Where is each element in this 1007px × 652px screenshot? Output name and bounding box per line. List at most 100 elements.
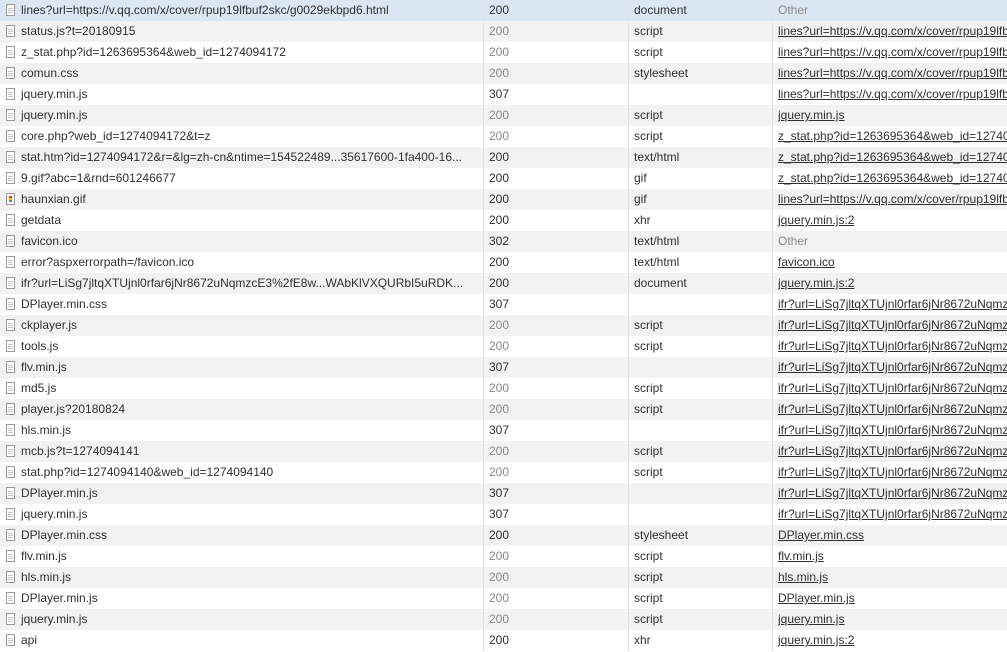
request-row[interactable]: status.js?t=20180915 200 script lines?ur… [0, 21, 1007, 42]
request-name-cell[interactable]: hls.min.js [0, 567, 483, 588]
request-name-cell[interactable]: hls.min.js [0, 420, 483, 441]
request-name-cell[interactable]: comun.css [0, 63, 483, 84]
request-initiator-link[interactable]: ifr?url=LiSg7jltqXTUjnl0rfar6jNr8672uNqm… [778, 360, 1007, 374]
request-type: gif [628, 168, 772, 189]
request-name-cell[interactable]: stat.htm?id=1274094172&r=&lg=zh-cn&ntime… [0, 147, 483, 168]
request-row[interactable]: md5.js 200 script ifr?url=LiSg7jltqXTUjn… [0, 378, 1007, 399]
request-initiator-link[interactable]: flv.min.js [778, 549, 824, 563]
request-initiator-link[interactable]: ifr?url=LiSg7jltqXTUjnl0rfar6jNr8672uNqm… [778, 318, 1007, 332]
request-name-cell[interactable]: 9.gif?abc=1&rnd=601246677 [0, 168, 483, 189]
request-name-cell[interactable]: DPlayer.min.css [0, 294, 483, 315]
request-name-cell[interactable]: jquery.min.js [0, 504, 483, 525]
request-initiator-link[interactable]: ifr?url=LiSg7jltqXTUjnl0rfar6jNr8672uNqm… [778, 507, 1007, 521]
request-name-cell[interactable]: z_stat.php?id=1263695364&web_id=12740941… [0, 42, 483, 63]
request-initiator-link[interactable]: lines?url=https://v.qq.com/x/cover/rpup1… [778, 24, 1007, 38]
request-name-cell[interactable]: flv.min.js [0, 357, 483, 378]
request-name-cell[interactable]: stat.php?id=1274094140&web_id=1274094140 [0, 462, 483, 483]
request-name-cell[interactable]: DPlayer.min.js [0, 483, 483, 504]
request-initiator-link[interactable]: lines?url=https://v.qq.com/x/cover/rpup1… [778, 192, 1007, 206]
file-icon [6, 88, 15, 100]
request-row[interactable]: stat.php?id=1274094140&web_id=1274094140… [0, 462, 1007, 483]
request-type: script [628, 42, 772, 63]
request-name: api [21, 633, 38, 647]
request-row[interactable]: jquery.min.js 307 lines?url=https://v.qq… [0, 84, 1007, 105]
request-initiator-link[interactable]: jquery.min.js:2 [778, 213, 854, 227]
request-initiator-link[interactable]: jquery.min.js:2 [778, 633, 854, 647]
request-initiator-cell: ifr?url=LiSg7jltqXTUjnl0rfar6jNr8672uNqm… [772, 420, 1007, 441]
request-initiator-link[interactable]: favicon.ico [778, 255, 835, 269]
request-row[interactable]: jquery.min.js 307 ifr?url=LiSg7jltqXTUjn… [0, 504, 1007, 525]
request-initiator-link[interactable]: DPlayer.min.css [778, 528, 864, 542]
request-initiator-link[interactable]: lines?url=https://v.qq.com/x/cover/rpup1… [778, 87, 1007, 101]
request-row[interactable]: flv.min.js 200 script flv.min.js [0, 546, 1007, 567]
request-row[interactable]: player.js?20180824 200 script ifr?url=Li… [0, 399, 1007, 420]
request-name-cell[interactable]: ifr?url=LiSg7jltqXTUjnl0rfar6jNr8672uNqm… [0, 273, 483, 294]
request-initiator-link[interactable]: z_stat.php?id=1263695364&web_id=12740941… [778, 171, 1007, 185]
request-row[interactable]: ckplayer.js 200 script ifr?url=LiSg7jltq… [0, 315, 1007, 336]
request-name-cell[interactable]: DPlayer.min.js [0, 588, 483, 609]
request-row[interactable]: z_stat.php?id=1263695364&web_id=12740941… [0, 42, 1007, 63]
file-icon [6, 529, 15, 541]
request-name-cell[interactable]: player.js?20180824 [0, 399, 483, 420]
request-name-cell[interactable]: favicon.ico [0, 231, 483, 252]
request-initiator-link[interactable]: lines?url=https://v.qq.com/x/cover/rpup1… [778, 66, 1007, 80]
request-row[interactable]: DPlayer.min.css 307 ifr?url=LiSg7jltqXTU… [0, 294, 1007, 315]
request-initiator-link[interactable]: jquery.min.js [778, 108, 844, 122]
request-name-cell[interactable]: error?aspxerrorpath=/favicon.ico [0, 252, 483, 273]
request-initiator-link[interactable]: ifr?url=LiSg7jltqXTUjnl0rfar6jNr8672uNqm… [778, 423, 1007, 437]
request-row[interactable]: jquery.min.js 200 script jquery.min.js [0, 609, 1007, 630]
request-initiator-link[interactable]: hls.min.js [778, 570, 828, 584]
request-initiator-link[interactable]: DPlayer.min.js [778, 591, 855, 605]
request-row[interactable]: 9.gif?abc=1&rnd=601246677 200 gif z_stat… [0, 168, 1007, 189]
request-row[interactable]: DPlayer.min.js 307 ifr?url=LiSg7jltqXTUj… [0, 483, 1007, 504]
request-name-cell[interactable]: jquery.min.js [0, 105, 483, 126]
request-row[interactable]: favicon.ico 302 text/html Other [0, 231, 1007, 252]
request-initiator-link[interactable]: ifr?url=LiSg7jltqXTUjnl0rfar6jNr8672uNqm… [778, 444, 1007, 458]
request-name-cell[interactable]: api [0, 630, 483, 651]
request-row[interactable]: core.php?web_id=1274094172&t=z 200 scrip… [0, 126, 1007, 147]
request-name-cell[interactable]: md5.js [0, 378, 483, 399]
request-initiator-link[interactable]: z_stat.php?id=1263695364&web_id=12740941… [778, 150, 1007, 164]
request-row[interactable]: mcb.js?t=1274094141 200 script ifr?url=L… [0, 441, 1007, 462]
request-name-cell[interactable]: lines?url=https://v.qq.com/x/cover/rpup1… [0, 0, 483, 21]
request-name-cell[interactable]: flv.min.js [0, 546, 483, 567]
request-initiator-link[interactable]: ifr?url=LiSg7jltqXTUjnl0rfar6jNr8672uNqm… [778, 297, 1007, 311]
request-initiator-link[interactable]: jquery.min.js [778, 612, 844, 626]
request-initiator-link[interactable]: ifr?url=LiSg7jltqXTUjnl0rfar6jNr8672uNqm… [778, 402, 1007, 416]
request-name: 9.gif?abc=1&rnd=601246677 [21, 171, 176, 185]
request-row[interactable]: jquery.min.js 200 script jquery.min.js [0, 105, 1007, 126]
request-row[interactable]: api 200 xhr jquery.min.js:2 [0, 630, 1007, 651]
request-name-cell[interactable]: ckplayer.js [0, 315, 483, 336]
request-row[interactable]: error?aspxerrorpath=/favicon.ico 200 tex… [0, 252, 1007, 273]
request-name-cell[interactable]: getdata [0, 210, 483, 231]
request-row[interactable]: tools.js 200 script ifr?url=LiSg7jltqXTU… [0, 336, 1007, 357]
request-initiator-link[interactable]: ifr?url=LiSg7jltqXTUjnl0rfar6jNr8672uNqm… [778, 381, 1007, 395]
request-row[interactable]: DPlayer.min.css 200 stylesheet DPlayer.m… [0, 525, 1007, 546]
request-name-cell[interactable]: status.js?t=20180915 [0, 21, 483, 42]
request-row[interactable]: stat.htm?id=1274094172&r=&lg=zh-cn&ntime… [0, 147, 1007, 168]
request-name-cell[interactable]: core.php?web_id=1274094172&t=z [0, 126, 483, 147]
request-initiator-link[interactable]: z_stat.php?id=1263695364&web_id=12740941… [778, 129, 1007, 143]
request-initiator-link[interactable]: ifr?url=LiSg7jltqXTUjnl0rfar6jNr8672uNqm… [778, 465, 1007, 479]
request-name-cell[interactable]: tools.js [0, 336, 483, 357]
request-initiator-link[interactable]: ifr?url=LiSg7jltqXTUjnl0rfar6jNr8672uNqm… [778, 486, 1007, 500]
request-row[interactable]: hls.min.js 307 ifr?url=LiSg7jltqXTUjnl0r… [0, 420, 1007, 441]
request-name-cell[interactable]: haunxian.gif [0, 189, 483, 210]
request-row[interactable]: getdata 200 xhr jquery.min.js:2 [0, 210, 1007, 231]
request-row[interactable]: flv.min.js 307 ifr?url=LiSg7jltqXTUjnl0r… [0, 357, 1007, 378]
request-name-cell[interactable]: jquery.min.js [0, 609, 483, 630]
request-row[interactable]: hls.min.js 200 script hls.min.js [0, 567, 1007, 588]
request-name-cell[interactable]: mcb.js?t=1274094141 [0, 441, 483, 462]
request-initiator-link[interactable]: jquery.min.js:2 [778, 276, 854, 290]
request-name-cell[interactable]: DPlayer.min.css [0, 525, 483, 546]
request-name-cell[interactable]: jquery.min.js [0, 84, 483, 105]
request-status: 200 [483, 336, 628, 357]
request-initiator-link[interactable]: lines?url=https://v.qq.com/x/cover/rpup1… [778, 45, 1007, 59]
request-row[interactable]: comun.css 200 stylesheet lines?url=https… [0, 63, 1007, 84]
request-row[interactable]: lines?url=https://v.qq.com/x/cover/rpup1… [0, 0, 1007, 21]
request-initiator-link[interactable]: ifr?url=LiSg7jltqXTUjnl0rfar6jNr8672uNqm… [778, 339, 1007, 353]
request-row[interactable]: DPlayer.min.js 200 script DPlayer.min.js [0, 588, 1007, 609]
request-row[interactable]: ifr?url=LiSg7jltqXTUjnl0rfar6jNr8672uNqm… [0, 273, 1007, 294]
request-row[interactable]: haunxian.gif 200 gif lines?url=https://v… [0, 189, 1007, 210]
request-status: 307 [483, 483, 628, 504]
